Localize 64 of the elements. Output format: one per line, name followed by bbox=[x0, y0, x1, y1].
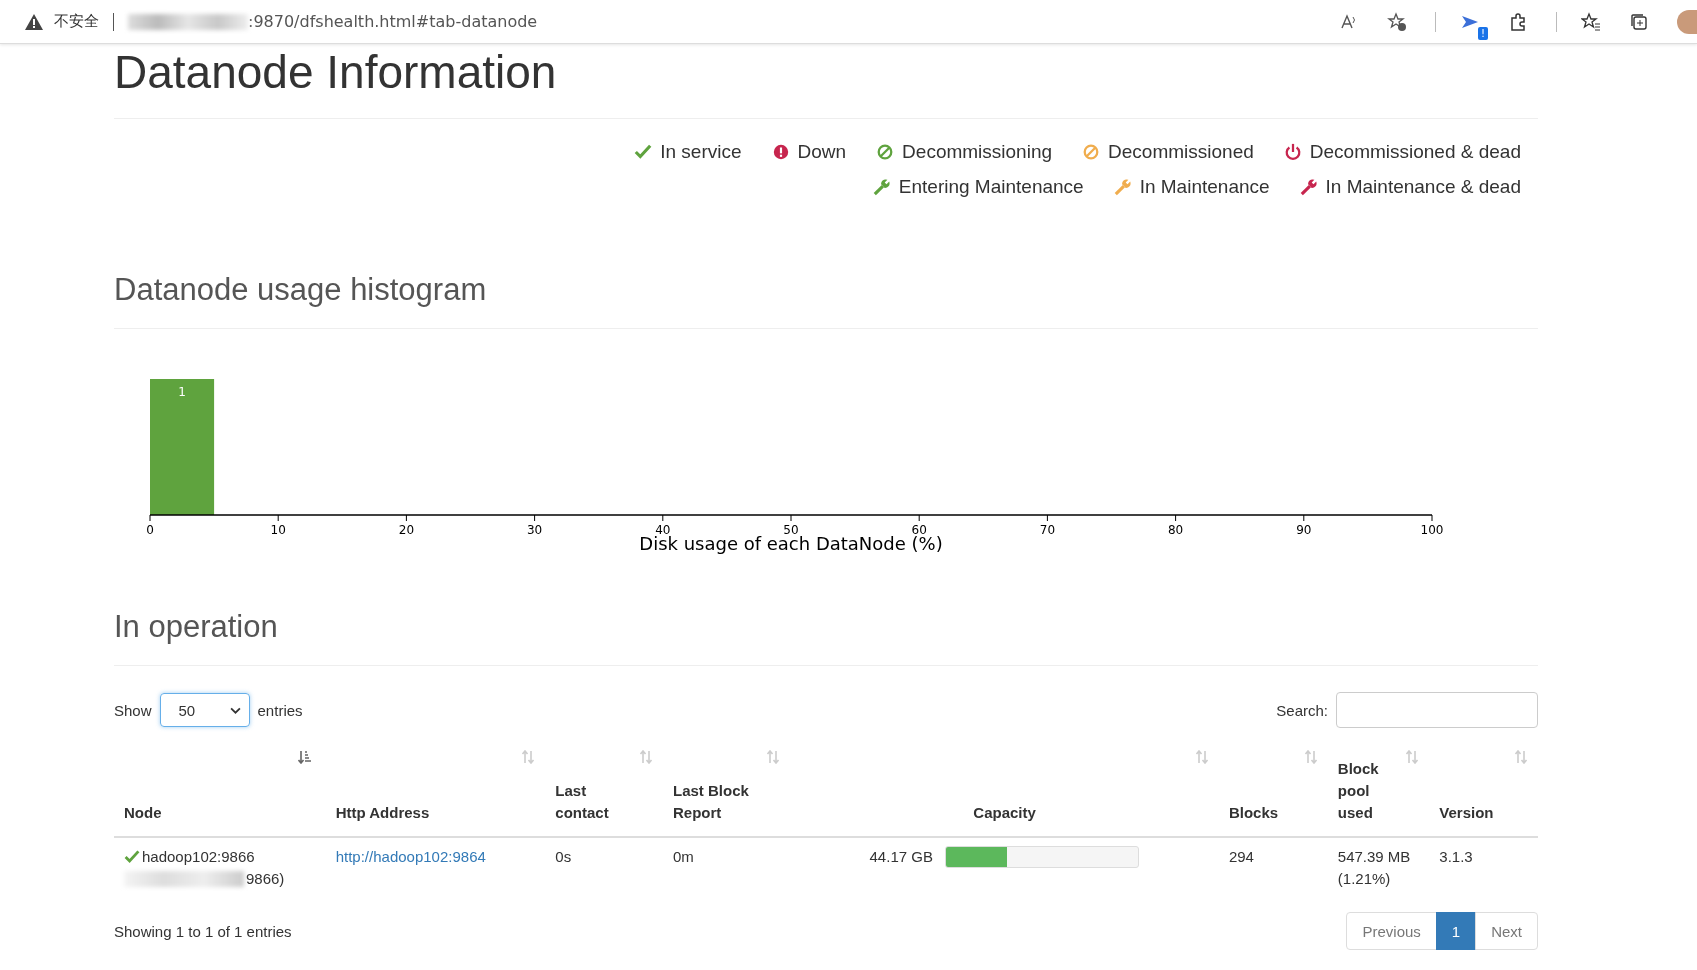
entries-label: entries bbox=[257, 701, 303, 719]
node-name: hadoop102:9866 bbox=[142, 847, 255, 867]
table-info: Showing 1 to 1 of 1 entries bbox=[114, 922, 292, 940]
sort-icon[interactable] bbox=[1194, 750, 1209, 764]
column-header[interactable]: Last Block Report bbox=[672, 780, 763, 824]
legend-label: Decommissioned bbox=[1108, 141, 1254, 163]
capacity-text: 44.17 GB bbox=[869, 847, 933, 867]
table-cell: 294 bbox=[1218, 837, 1328, 898]
legend-label: Entering Maintenance bbox=[898, 176, 1084, 198]
favorite-add-icon[interactable] bbox=[1387, 11, 1407, 32]
sort-ascending-icon[interactable] bbox=[298, 750, 312, 764]
tick-label: 100 bbox=[1420, 523, 1444, 537]
check-icon bbox=[124, 849, 140, 865]
legend-label: In Maintenance bbox=[1139, 176, 1270, 198]
notification-badge: ! bbox=[1478, 26, 1488, 40]
sort-icon[interactable] bbox=[521, 750, 536, 764]
page-title: Datanode Information bbox=[114, 45, 558, 100]
collections-icon[interactable] bbox=[1629, 11, 1649, 32]
table-cell: 0s bbox=[545, 837, 663, 898]
sort-icon[interactable] bbox=[638, 750, 653, 764]
section-heading: In operation bbox=[114, 608, 279, 646]
legend-label: Decommissioned & dead bbox=[1309, 141, 1521, 163]
tick-label: 20 bbox=[398, 523, 415, 537]
page-button[interactable]: 1 bbox=[1435, 912, 1477, 950]
http-address-link[interactable]: http://hadoop102:9864 bbox=[335, 848, 486, 865]
search-label: Search: bbox=[1276, 701, 1328, 719]
page-button[interactable]: Next bbox=[1475, 912, 1538, 950]
sort-icon[interactable] bbox=[1514, 750, 1528, 764]
search-field[interactable] bbox=[1336, 692, 1538, 728]
avatar[interactable] bbox=[1677, 9, 1697, 34]
table-cell: 3.1.3 bbox=[1429, 837, 1538, 898]
sort-icon[interactable] bbox=[1405, 750, 1420, 764]
address-field[interactable]: :9870/dfshealth.html#tab-datanode bbox=[248, 12, 538, 31]
table-cell: 0m bbox=[662, 837, 791, 898]
favorites-icon[interactable] bbox=[1581, 11, 1601, 32]
sort-icon[interactable] bbox=[1303, 750, 1318, 764]
table-cell: 547.39 MB (1.21%) bbox=[1327, 837, 1430, 898]
legend-label: Decommissioning bbox=[902, 141, 1053, 163]
tick-label: 10 bbox=[270, 523, 286, 537]
chevron-icon bbox=[229, 706, 241, 714]
page-button[interactable]: Previous bbox=[1346, 912, 1437, 950]
security-label[interactable]: 不安全 bbox=[54, 12, 99, 31]
tick-label: 90 bbox=[1296, 523, 1312, 537]
tick-label: 70 bbox=[1039, 523, 1056, 537]
sort-icon[interactable] bbox=[766, 750, 781, 764]
legend-label: Down bbox=[797, 141, 847, 163]
tick-label: 0 bbox=[146, 523, 154, 537]
section-heading: Datanode usage histogram bbox=[114, 271, 488, 309]
show-label: Show bbox=[114, 701, 152, 719]
bar-label: 1 bbox=[178, 385, 186, 399]
column-header[interactable]: Http Address bbox=[335, 802, 536, 824]
tick-label: 80 bbox=[1167, 523, 1184, 537]
node-detail: 9866) bbox=[246, 869, 285, 889]
column-header[interactable]: Version bbox=[1439, 802, 1528, 824]
legend-label: In service bbox=[660, 141, 742, 163]
column-header[interactable]: Last contact bbox=[555, 780, 616, 824]
puzzle-icon[interactable] bbox=[1508, 11, 1528, 32]
legend-label: In Maintenance & dead bbox=[1325, 176, 1521, 198]
column-header[interactable]: Blocks bbox=[1228, 802, 1318, 824]
entries-dropdown[interactable]: 50 bbox=[159, 693, 250, 727]
column-header[interactable]: Node bbox=[124, 802, 316, 824]
column-header[interactable]: Block pool used bbox=[1337, 758, 1378, 824]
column-header[interactable]: Capacity bbox=[800, 802, 1209, 824]
tick-label: 30 bbox=[526, 523, 543, 537]
